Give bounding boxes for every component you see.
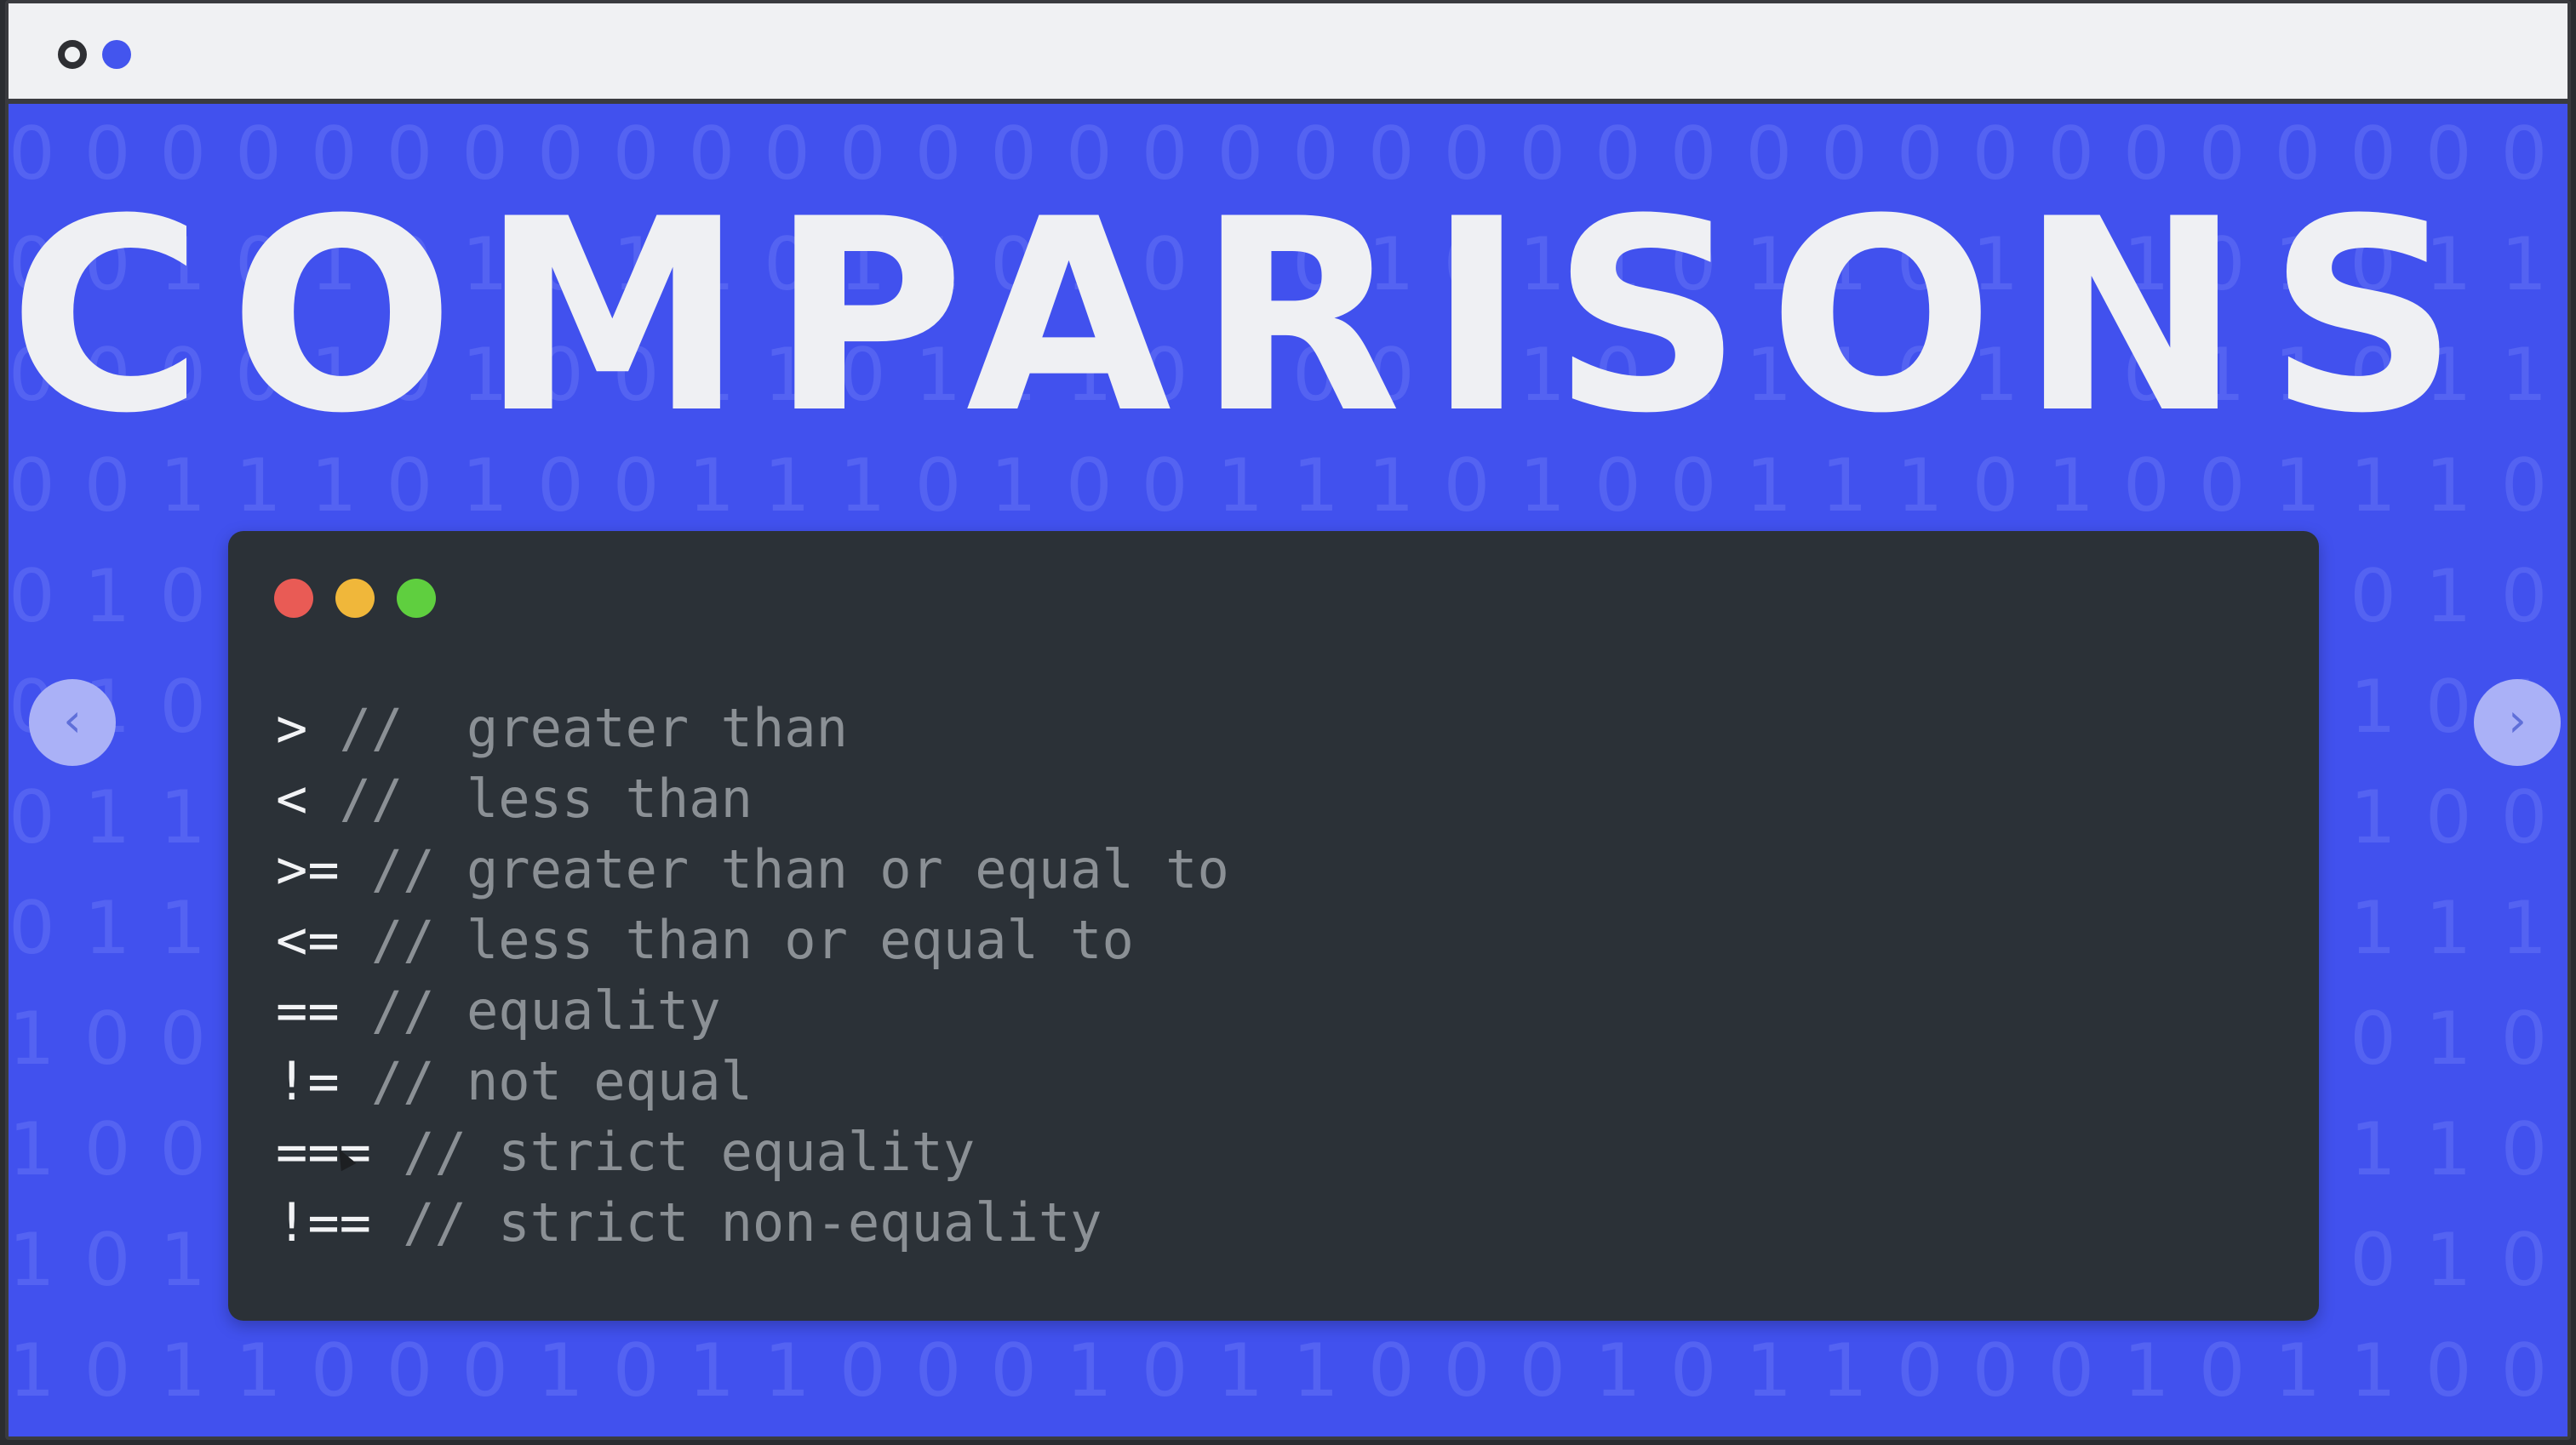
code-block: > // greater than < // less than >= // gre…: [276, 693, 1229, 1258]
operator-text: ===: [276, 1121, 371, 1183]
operator-text: >=: [276, 838, 340, 900]
comment-text: // strict non-equality: [370, 1191, 1102, 1254]
comment-text: // equality: [339, 980, 721, 1042]
operator-text: <=: [276, 909, 340, 971]
next-slide-button[interactable]: ›: [2474, 679, 2561, 766]
operator-text: >: [276, 697, 308, 759]
window-titlebar: [9, 3, 2567, 104]
code-line: > // greater than: [276, 693, 1229, 763]
comment-text: // less than or equal to: [339, 909, 1134, 971]
comment-text: // greater than: [307, 697, 848, 759]
minimize-dot-icon[interactable]: [335, 579, 375, 618]
code-line: < // less than: [276, 763, 1229, 834]
slide-title: COMPARISONS: [9, 162, 2485, 471]
code-line: != // not equal: [276, 1046, 1229, 1117]
comment-text: // not equal: [339, 1050, 753, 1112]
operator-text: !=: [276, 1050, 340, 1112]
maximize-dot-icon[interactable]: [397, 579, 436, 618]
code-line: <= // less than or equal to: [276, 905, 1229, 975]
code-line: == // equality: [276, 975, 1229, 1046]
operator-text: !==: [276, 1191, 371, 1254]
previous-slide-button[interactable]: ‹: [29, 679, 116, 766]
code-line: === // strict equality: [276, 1117, 1229, 1187]
code-line: >= // greater than or equal to: [276, 834, 1229, 905]
window-blue-dot-icon[interactable]: [102, 40, 131, 69]
comment-text: // greater than or equal to: [339, 838, 1229, 900]
slide: 0000000000000000000000000000000000000000…: [9, 104, 2567, 1436]
chevron-left-icon: ‹: [63, 694, 82, 747]
browser-frame: 0000000000000000000000000000000000000000…: [5, 0, 2571, 1440]
comment-text: // less than: [307, 768, 753, 830]
close-dot-icon[interactable]: [274, 579, 313, 618]
code-window: > // greater than < // less than >= // gre…: [228, 531, 2319, 1321]
operator-text: ==: [276, 980, 340, 1042]
comment-text: // strict equality: [370, 1121, 976, 1183]
operator-text: <: [276, 768, 308, 830]
window-ring-dot-icon[interactable]: [58, 40, 87, 69]
code-line: !== // strict non-equality: [276, 1187, 1229, 1258]
binary-row: 1011000101100010110001011000101100010110…: [9, 1328, 2567, 1414]
chevron-right-icon: ›: [2508, 694, 2527, 747]
